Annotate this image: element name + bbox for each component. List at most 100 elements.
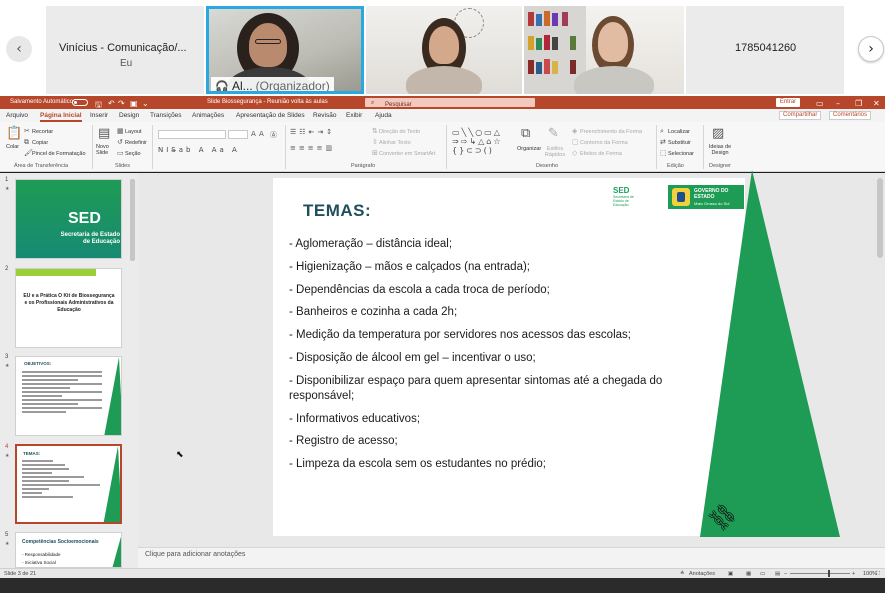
- zoom-slider-thumb[interactable]: [828, 570, 830, 577]
- comments-button[interactable]: Comentários: [829, 111, 872, 120]
- slide-thumbnail-3[interactable]: OBJETIVOS:: [15, 356, 122, 436]
- align-text-button[interactable]: Alinhar Texto: [379, 140, 411, 146]
- present-icon[interactable]: ▣: [130, 99, 138, 108]
- slide-thumbnail-1[interactable]: SED Secretaria de Estado de Educação: [15, 179, 122, 259]
- notes-toggle-icon[interactable]: ≙: [680, 571, 685, 577]
- tab-inserir[interactable]: Inserir: [90, 112, 108, 119]
- slide-thumbnail-5[interactable]: Competências Socioemocionais - Responsab…: [15, 532, 122, 568]
- tab-ajuda[interactable]: Ajuda: [375, 112, 392, 119]
- undo-icon[interactable]: ↶: [108, 99, 115, 108]
- group-designer-label: Designer: [709, 163, 732, 169]
- minimize-icon[interactable]: –: [836, 99, 840, 108]
- smartart-button[interactable]: Converter em SmartArt: [379, 151, 436, 157]
- cut-button[interactable]: Recortar: [32, 129, 53, 135]
- redo-icon[interactable]: ↷: [118, 99, 125, 108]
- sed-logo: SED Secretaria de Estado de Educação: [613, 186, 645, 207]
- shape-fill-button[interactable]: Preenchimento da Forma: [580, 129, 642, 135]
- notes-pane[interactable]: Clique para adicionar anotações: [138, 547, 885, 568]
- sed-logo-text: SED: [613, 186, 630, 195]
- format-painter-button[interactable]: Pincel de Formatação: [32, 151, 86, 157]
- notes-toggle-button[interactable]: Anotações: [689, 571, 715, 577]
- tab-pagina-inicial[interactable]: Página Inicial: [40, 112, 82, 122]
- participant-tile-self[interactable]: Vinícius - Comunicação/... Eu: [46, 6, 204, 94]
- select-button[interactable]: Selecionar: [668, 151, 694, 157]
- organizer-name: Al...: [232, 79, 253, 93]
- text-direction-button[interactable]: Direção do Texto: [379, 129, 420, 135]
- current-slide[interactable]: TEMAS: SED Secretaria de Estado de Educa…: [273, 178, 745, 536]
- layout-button[interactable]: Layout: [125, 129, 142, 135]
- thumbnail-scrollbar[interactable]: [130, 179, 135, 261]
- zoom-in-icon[interactable]: +: [852, 571, 855, 577]
- new-slide-icon[interactable]: ▤: [98, 126, 110, 141]
- paste-icon[interactable]: 📋: [6, 126, 22, 141]
- close-icon[interactable]: ✕: [873, 99, 880, 108]
- tab-exibir[interactable]: Exibir: [346, 112, 362, 119]
- prev-participants-button[interactable]: ‹: [6, 36, 32, 62]
- zoom-out-icon[interactable]: –: [784, 571, 787, 577]
- list-item: - Disponibilizar espaço para quem aprese…: [289, 374, 663, 402]
- align-icons[interactable]: ≡≡≡≡▥: [290, 144, 335, 152]
- thumb-title: EU e a Prática O Kit de Biossegurança e …: [23, 293, 115, 313]
- sign-in-button[interactable]: Entrar: [776, 98, 800, 107]
- transition-star-icon: ★: [5, 363, 10, 369]
- slideshow-icon[interactable]: ▤: [775, 571, 780, 577]
- restore-icon[interactable]: ❐: [855, 99, 862, 108]
- copy-button[interactable]: Copiar: [32, 140, 48, 146]
- font-format-row[interactable]: NIS̶ab A Aa A: [158, 146, 240, 154]
- group-drawing-label: Desenho: [536, 163, 559, 169]
- arrange-button[interactable]: Organizar: [517, 146, 541, 152]
- shape-outline-button[interactable]: Contorno da Forma: [580, 140, 628, 146]
- tab-design[interactable]: Design: [119, 112, 139, 119]
- slide-thumbnail-4[interactable]: TEMAS:: [15, 444, 122, 524]
- design-ideas-button[interactable]: Ideias de Design: [708, 144, 732, 156]
- quick-styles-icon[interactable]: ✎: [548, 126, 559, 141]
- design-ideas-icon[interactable]: ▨: [712, 126, 724, 141]
- search-input[interactable]: ⌕ Pesquisar: [365, 98, 535, 108]
- shape-effects-button[interactable]: Efeitos de Forma: [580, 151, 622, 157]
- clear-format-icon[interactable]: Ⓐ: [270, 130, 277, 140]
- font-family-select[interactable]: [158, 130, 226, 139]
- new-slide-button[interactable]: Novo Slide: [96, 144, 116, 156]
- participant-tile-video-2[interactable]: [366, 6, 522, 94]
- customize-icon[interactable]: ⌄: [142, 99, 149, 108]
- quick-styles-button[interactable]: Estilos Rápidos: [543, 146, 567, 158]
- slide-thumbnail-2[interactable]: EU e a Prática O Kit de Biossegurança e …: [15, 268, 122, 348]
- next-participants-button[interactable]: ›: [858, 36, 884, 62]
- normal-view-icon[interactable]: ▣: [728, 571, 733, 577]
- fit-slide-icon[interactable]: ⛶: [876, 571, 880, 578]
- group-paragraph-label: Parágrafo: [351, 163, 376, 169]
- tab-revisao[interactable]: Revisão: [313, 112, 336, 119]
- tab-apresentacao[interactable]: Apresentação de Slides: [236, 112, 305, 119]
- participant-tile-organizer[interactable]: 🎧 Al... (Organizador): [206, 6, 364, 94]
- grow-font-icon[interactable]: A: [251, 130, 256, 138]
- find-button[interactable]: Localizar: [668, 129, 690, 135]
- participant-tile-video-3[interactable]: [524, 6, 684, 94]
- paste-button[interactable]: Colar: [6, 144, 19, 150]
- ribbon-display-icon[interactable]: ▭: [816, 99, 824, 108]
- share-button[interactable]: Compartilhar: [779, 111, 822, 120]
- reading-view-icon[interactable]: ▭: [760, 571, 765, 577]
- section-button[interactable]: Seção: [125, 151, 141, 157]
- slide-content-list[interactable]: - Aglomeração – distância ideal; - Higie…: [289, 237, 719, 480]
- replace-button[interactable]: Substituir: [668, 140, 691, 146]
- tab-arquivo[interactable]: Arquivo: [6, 112, 28, 119]
- bullets-icon[interactable]: ☰☷⇤⇥↕: [290, 128, 335, 136]
- shrink-font-icon[interactable]: A: [259, 130, 264, 138]
- font-size-select[interactable]: [228, 130, 248, 139]
- tab-transicoes[interactable]: Transições: [150, 112, 182, 119]
- arrange-icon[interactable]: ⧉: [521, 126, 530, 141]
- shapes-gallery[interactable]: ▭╲╲○▭△ ⇒⇨↳△⌂☆ {}⊂⊃(): [452, 128, 514, 155]
- zoom-slider[interactable]: [790, 573, 850, 574]
- autosave-toggle[interactable]: [72, 99, 88, 106]
- slide-sorter-icon[interactable]: ▦: [746, 571, 751, 577]
- reset-button[interactable]: Redefinir: [125, 140, 147, 146]
- slide-scrollbar[interactable]: [877, 178, 883, 258]
- smartart-icon: ⊞: [372, 149, 378, 157]
- zoom-level[interactable]: 100%: [863, 571, 877, 577]
- tab-animacoes[interactable]: Animações: [192, 112, 224, 119]
- slide-title[interactable]: TEMAS:: [303, 201, 371, 221]
- select-icon: ⬚: [660, 149, 667, 157]
- participant-tile-phone[interactable]: 1785041260: [686, 6, 844, 94]
- green-triangle-shape[interactable]: [700, 170, 840, 537]
- shape-fill-icon: ◈: [572, 127, 578, 135]
